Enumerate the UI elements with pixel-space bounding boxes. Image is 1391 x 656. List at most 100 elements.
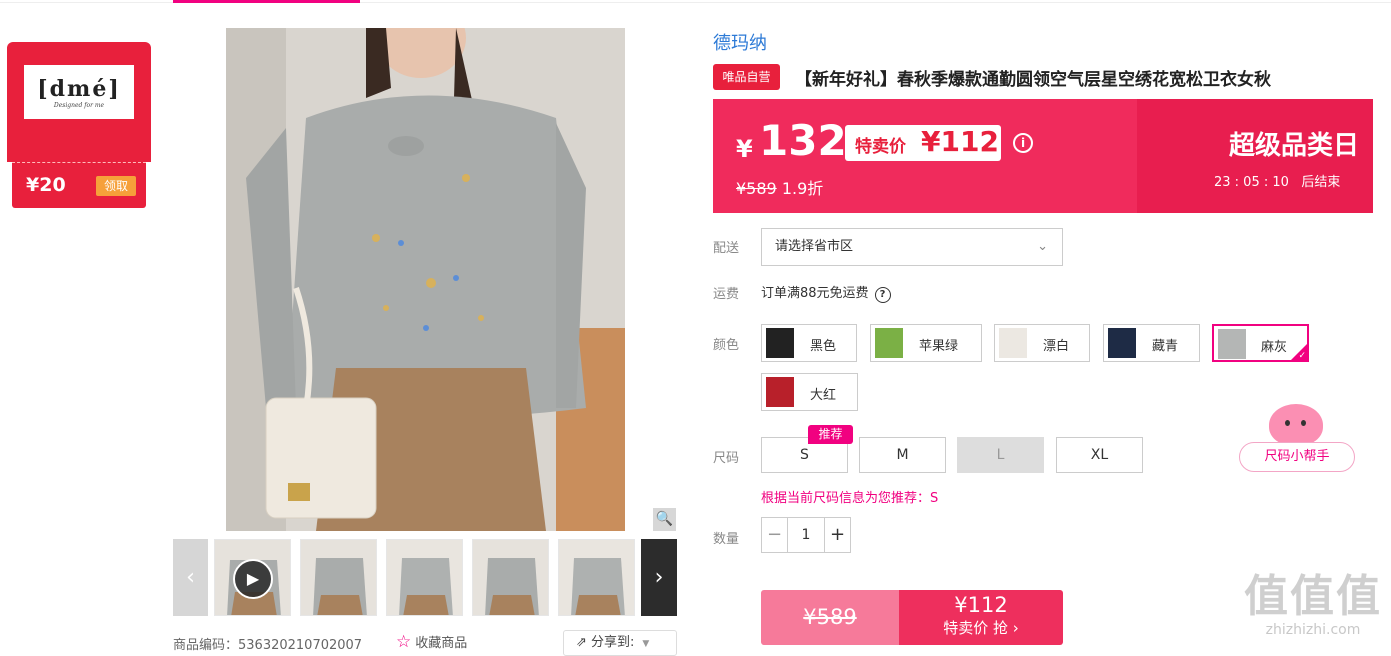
- quantity-stepper: − 1 +: [761, 517, 851, 553]
- main-product-image[interactable]: [226, 28, 625, 531]
- active-tab-indicator: [173, 0, 360, 3]
- color-swatch: [1218, 329, 1246, 359]
- thumbnail[interactable]: [300, 539, 377, 616]
- buy-action-label: 特卖价 抢 ›: [899, 617, 1063, 638]
- watermark-logo: 值值值: [1244, 571, 1382, 622]
- color-option-black[interactable]: 黑色: [761, 324, 857, 362]
- size-helper[interactable]: 尺码小帮手: [1239, 404, 1355, 474]
- zoom-icon[interactable]: 🔍: [653, 508, 676, 531]
- share-dropdown[interactable]: ⇗ 分享到: ▼: [563, 630, 677, 656]
- thumbnail-next-button[interactable]: ›: [641, 539, 677, 616]
- bird-mascot-icon: [1269, 404, 1323, 446]
- logo-text: [dmé]: [37, 75, 121, 102]
- color-name: 大红: [810, 388, 837, 403]
- shipping-label: 运费: [713, 287, 740, 302]
- color-name: 藏青: [1152, 339, 1179, 354]
- brand-coupon[interactable]: [dmé] Designed for me ¥20 领取: [7, 42, 151, 208]
- color-option-white[interactable]: 漂白: [994, 324, 1090, 362]
- quantity-label: 数量: [713, 532, 740, 547]
- region-placeholder: 请选择省市区: [775, 239, 854, 254]
- logo-subtitle: Designed for me: [53, 101, 105, 109]
- help-icon[interactable]: ?: [874, 287, 891, 303]
- original-price-row: ¥589 1.9折: [736, 175, 823, 199]
- size-option-xl[interactable]: XL: [1056, 437, 1143, 473]
- favorite-label: 收藏商品: [415, 636, 468, 651]
- buy-price: ¥112: [954, 593, 1008, 617]
- star-icon: ☆: [396, 632, 412, 652]
- coupon-strip: ¥20 领取: [12, 162, 146, 208]
- buy-now-button[interactable]: ¥112 特卖价 抢 ›: [899, 590, 1063, 645]
- size-recommendation: 根据当前尺码信息为您推荐：S: [761, 491, 939, 506]
- increment-button[interactable]: +: [824, 518, 850, 552]
- caret-down-icon: ▼: [642, 639, 650, 649]
- countdown-time: 23 : 05 : 10: [1214, 175, 1289, 190]
- countdown-suffix: 后结束: [1301, 175, 1341, 190]
- self-operated-badge: 唯品自营: [713, 64, 780, 90]
- thumbnail[interactable]: [558, 539, 635, 616]
- top-divider: [0, 0, 1391, 3]
- color-option-red[interactable]: 大红: [761, 373, 858, 411]
- price-panel: ¥ 132 特卖价 ¥112 i ¥589 1.9折 超级品类日 23 : 05…: [713, 99, 1373, 213]
- decrement-button[interactable]: −: [762, 518, 788, 552]
- size-label: 尺码: [713, 451, 740, 466]
- chevron-down-icon: ⌄: [1037, 239, 1048, 254]
- thumbnail-strip: ▶: [214, 539, 635, 616]
- color-option-navy[interactable]: 藏青: [1103, 324, 1200, 362]
- buy-button[interactable]: ¥589 ¥112 特卖价 抢 ›: [761, 590, 1063, 645]
- color-swatch: [1108, 328, 1136, 358]
- coupon-amount: ¥20: [26, 174, 66, 196]
- color-name: 麻灰: [1261, 340, 1288, 355]
- brand-link[interactable]: 德玛纳: [713, 29, 767, 55]
- color-name: 黑色: [810, 339, 837, 354]
- region-select[interactable]: 请选择省市区 ⌄: [761, 228, 1063, 266]
- play-icon[interactable]: ▶: [233, 559, 273, 599]
- color-swatch: [999, 328, 1027, 358]
- size-option-m[interactable]: M: [859, 437, 946, 473]
- info-icon[interactable]: i: [1013, 133, 1033, 153]
- sale-price-label: 特卖价: [855, 137, 906, 157]
- share-label: 分享到:: [591, 635, 635, 650]
- color-option-heather-grey[interactable]: 麻灰 ✓: [1212, 324, 1309, 362]
- delivery-label: 配送: [713, 241, 740, 256]
- mascot-eye: [1301, 420, 1306, 426]
- watermark-url: zhizhizhi.com: [1265, 622, 1361, 638]
- site-watermark: 值值值 zhizhizhi.com: [1238, 572, 1388, 654]
- share-icon: ⇗: [576, 635, 592, 650]
- claim-coupon-button[interactable]: 领取: [96, 176, 136, 196]
- color-label: 颜色: [713, 338, 740, 353]
- thumbnail[interactable]: [386, 539, 463, 616]
- countdown: 23 : 05 : 10 后结束: [1214, 171, 1340, 190]
- thumbnail-prev-button[interactable]: ‹: [173, 539, 208, 616]
- coupon-card: [dmé] Designed for me: [7, 42, 151, 162]
- favorite-button[interactable]: ☆ 收藏商品: [396, 632, 467, 652]
- buy-original-price-text: ¥589: [803, 605, 857, 629]
- product-code: 商品编码：536320210702007: [173, 638, 363, 653]
- buy-original-price: ¥589: [761, 590, 899, 645]
- size-option-l: L: [957, 437, 1044, 473]
- sale-price-tag: 特卖价 ¥112: [845, 125, 1001, 161]
- currency-symbol: ¥: [736, 135, 753, 163]
- color-option-apple-green[interactable]: 苹果绿: [870, 324, 982, 362]
- promo-title: 超级品类日: [1229, 131, 1360, 161]
- thumbnail[interactable]: [472, 539, 549, 616]
- chevron-right-icon: ›: [1012, 619, 1019, 637]
- recommend-badge: 推荐: [808, 425, 853, 444]
- color-name: 漂白: [1043, 339, 1070, 354]
- color-swatch: [766, 377, 794, 407]
- color-swatch: [875, 328, 903, 358]
- shipping-info: 订单满88元免运费?: [761, 282, 891, 303]
- color-swatch: [766, 328, 794, 358]
- discount-rate: 1.9折: [781, 179, 824, 198]
- size-helper-button[interactable]: 尺码小帮手: [1239, 442, 1355, 472]
- check-icon: ✓: [1298, 351, 1306, 361]
- brand-logo: [dmé] Designed for me: [24, 65, 134, 119]
- thumbnail-video[interactable]: ▶: [214, 539, 291, 616]
- color-name: 苹果绿: [919, 339, 959, 354]
- original-price: ¥589: [736, 179, 777, 198]
- buy-action-text: 特卖价 抢: [943, 619, 1008, 637]
- shipping-text: 订单满88元免运费: [761, 286, 869, 301]
- current-price: 132: [759, 116, 847, 165]
- quantity-input[interactable]: 1: [788, 518, 824, 552]
- product-title: 【新年好礼】春秋季爆款通勤圆领空气层星空绣花宽松卫衣女秋: [795, 70, 1271, 90]
- sale-price-value: ¥112: [921, 125, 999, 158]
